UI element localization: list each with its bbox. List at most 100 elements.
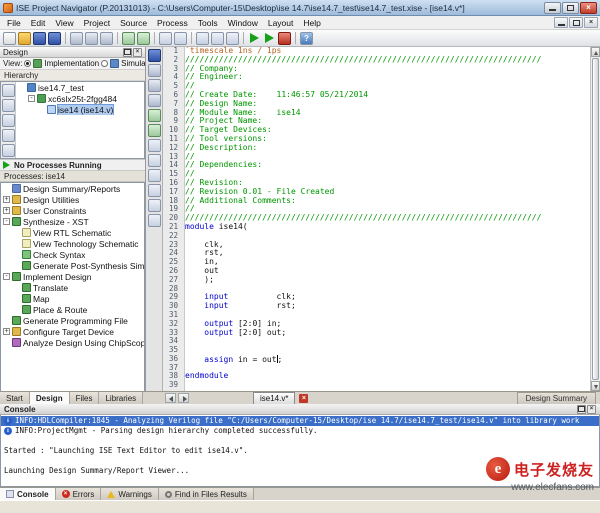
bookmark-icon[interactable]	[148, 169, 161, 182]
menu-window[interactable]: Window	[223, 17, 263, 29]
console-tab-console[interactable]: Console	[0, 488, 56, 500]
menu-process[interactable]: Process	[152, 17, 193, 29]
panel-tab-start[interactable]: Start	[0, 392, 30, 404]
snapshots-icon[interactable]	[2, 99, 15, 112]
find-in-files-icon[interactable]	[174, 32, 187, 45]
expand-icon[interactable]: +	[3, 328, 10, 335]
menu-view[interactable]: View	[50, 17, 78, 29]
console-tab-find-in-files-results[interactable]: Find in Files Results	[159, 488, 254, 500]
float-console-icon[interactable]	[577, 405, 586, 414]
paste-icon[interactable]	[148, 94, 161, 107]
panel-tab-design[interactable]: Design	[30, 392, 70, 404]
tab-design-summary[interactable]: Design Summary	[517, 392, 596, 404]
process-item[interactable]: Generate Post-Synthesis Simulation Model	[1, 260, 144, 271]
scroll-up-icon[interactable]	[591, 47, 600, 57]
tab-scroll-right-icon[interactable]	[178, 393, 189, 403]
goto-line-icon[interactable]	[148, 214, 161, 227]
redo-icon[interactable]	[148, 124, 161, 137]
run-icon[interactable]	[250, 33, 259, 43]
process-item[interactable]: Analyze Design Using ChipScope	[1, 337, 144, 348]
menu-help[interactable]: Help	[298, 17, 325, 29]
menu-edit[interactable]: Edit	[26, 17, 51, 29]
collapse-icon[interactable]: -	[28, 95, 35, 102]
open-file-icon[interactable]	[18, 32, 31, 45]
tile-windows-icon[interactable]	[226, 32, 239, 45]
save-icon[interactable]	[148, 49, 161, 62]
float-panel-icon[interactable]	[123, 48, 132, 57]
process-item[interactable]: +User Constraints	[1, 205, 144, 216]
redo-icon[interactable]	[137, 32, 150, 45]
editor-scrollbar[interactable]	[590, 47, 600, 391]
expand-icon[interactable]: +	[3, 207, 10, 214]
close-console-icon[interactable]: ×	[587, 405, 596, 414]
editor-tab-ise14[interactable]: ise14.v*	[253, 392, 295, 404]
sources-icon[interactable]	[2, 84, 15, 97]
implementation-radio[interactable]	[24, 60, 31, 67]
paste-icon[interactable]	[100, 32, 113, 45]
process-item[interactable]: Check Syntax	[1, 249, 144, 260]
process-item[interactable]: Translate	[1, 282, 144, 293]
process-item[interactable]: Place & Route	[1, 304, 144, 315]
expand-icon[interactable]: +	[3, 196, 10, 203]
process-item[interactable]: +Design Utilities	[1, 194, 144, 205]
close-tab-icon[interactable]: ×	[299, 394, 308, 403]
close-icon[interactable]: ×	[580, 2, 597, 14]
cut-icon[interactable]	[148, 64, 161, 77]
zoom-in-icon[interactable]	[148, 184, 161, 197]
process-item[interactable]: Generate Programming File	[1, 315, 144, 326]
cut-icon[interactable]	[70, 32, 83, 45]
add-source-icon[interactable]	[2, 129, 15, 142]
hierarchy-item[interactable]: ise14 (ise14.v)	[16, 104, 144, 115]
menu-tools[interactable]: Tools	[193, 17, 223, 29]
rerun-icon[interactable]	[265, 33, 274, 43]
run-process-icon[interactable]	[3, 161, 10, 169]
maximize-icon[interactable]	[562, 2, 579, 14]
child-close-icon[interactable]: ×	[584, 17, 598, 28]
panel-tab-libraries[interactable]: Libraries	[99, 392, 143, 404]
process-item[interactable]: View Technology Schematic	[1, 238, 144, 249]
child-minimize-icon[interactable]	[554, 17, 568, 28]
hierarchy-item[interactable]: -xc6slx25t-2fgg484	[16, 93, 144, 104]
menu-source[interactable]: Source	[115, 17, 152, 29]
menu-layout[interactable]: Layout	[263, 17, 299, 29]
panel-tab-files[interactable]: Files	[70, 392, 100, 404]
help-icon[interactable]: ?	[300, 32, 313, 45]
copy-icon[interactable]	[148, 79, 161, 92]
code-editor[interactable]: 1`timescale 1ns / 1ps2//////////////////…	[163, 47, 600, 391]
zoom-out-icon[interactable]	[148, 199, 161, 212]
collapse-icon[interactable]: -	[3, 218, 10, 225]
copy-icon[interactable]	[85, 32, 98, 45]
close-panel-icon[interactable]: ×	[133, 48, 142, 57]
libraries-icon[interactable]	[2, 114, 15, 127]
scrollbar-thumb[interactable]	[592, 58, 599, 380]
find-icon[interactable]	[159, 32, 172, 45]
find-next-icon[interactable]	[148, 154, 161, 167]
undo-icon[interactable]	[148, 109, 161, 122]
code-area[interactable]: 1`timescale 1ns / 1ps2//////////////////…	[163, 47, 590, 391]
collapse-icon[interactable]: -	[3, 273, 10, 280]
save-icon[interactable]	[33, 32, 46, 45]
find-icon[interactable]	[148, 139, 161, 152]
menu-file[interactable]: File	[2, 17, 26, 29]
process-item[interactable]: +Configure Target Device	[1, 326, 144, 337]
new-window-icon[interactable]	[196, 32, 209, 45]
console-tab-warnings[interactable]: Warnings	[101, 488, 159, 500]
save-all-icon[interactable]	[48, 32, 61, 45]
process-item[interactable]: Map	[1, 293, 144, 304]
process-item[interactable]: Design Summary/Reports	[1, 183, 144, 194]
cascade-windows-icon[interactable]	[211, 32, 224, 45]
stop-icon[interactable]	[278, 32, 291, 45]
undo-icon[interactable]	[122, 32, 135, 45]
minimize-icon[interactable]	[544, 2, 561, 14]
simulation-radio[interactable]	[101, 60, 108, 67]
open-source-icon[interactable]	[2, 144, 15, 157]
process-item[interactable]: -Synthesize - XST	[1, 216, 144, 227]
process-item[interactable]: View RTL Schematic	[1, 227, 144, 238]
menu-project[interactable]: Project	[79, 17, 115, 29]
new-file-icon[interactable]	[3, 32, 16, 45]
scroll-down-icon[interactable]	[591, 381, 600, 391]
hierarchy-item[interactable]: ise14.7_test	[16, 82, 144, 93]
process-item[interactable]: -Implement Design	[1, 271, 144, 282]
child-restore-icon[interactable]	[569, 17, 583, 28]
tab-scroll-left-icon[interactable]	[165, 393, 176, 403]
